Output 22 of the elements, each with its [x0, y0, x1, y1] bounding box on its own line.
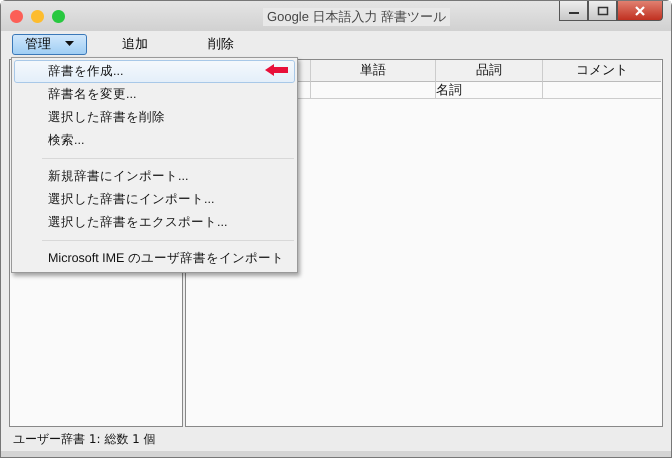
column-header[interactable]: 単語	[311, 60, 436, 82]
close-icon[interactable]	[617, 1, 663, 21]
arrow-icon	[265, 64, 289, 76]
menu-item[interactable]: 新規辞書にインポート...	[14, 165, 295, 188]
minimize-icon[interactable]	[559, 1, 588, 21]
toolbar-button[interactable]: 削除	[195, 34, 247, 54]
column-header[interactable]: 品詞	[436, 60, 543, 82]
table-cell: 名詞	[436, 82, 543, 99]
menu-item[interactable]: 選択した辞書にインポート...	[14, 188, 295, 211]
menu-item[interactable]: 辞書を作成...	[14, 60, 295, 83]
menu-item[interactable]: 検索...	[14, 129, 295, 152]
caret-icon	[65, 41, 74, 47]
maximize-icon[interactable]	[588, 1, 617, 21]
column-header[interactable]: コメント	[543, 60, 661, 82]
menu-item[interactable]: Microsoft IME のユーザ辞書をインポート	[14, 247, 295, 270]
window-title: Google 日本語入力 辞書ツール	[263, 8, 450, 26]
toolbar-button[interactable]: 追加	[109, 34, 161, 54]
status-text: ユーザー辞書 1: 総数 1 個	[13, 430, 156, 448]
menu-item[interactable]: 辞書名を変更...	[14, 83, 295, 106]
toolbar-button[interactable]: 管理	[12, 34, 87, 54]
menu-item[interactable]: 選択した辞書をエクスポート...	[14, 211, 295, 234]
menu-item[interactable]: 選択した辞書を削除	[14, 106, 295, 129]
